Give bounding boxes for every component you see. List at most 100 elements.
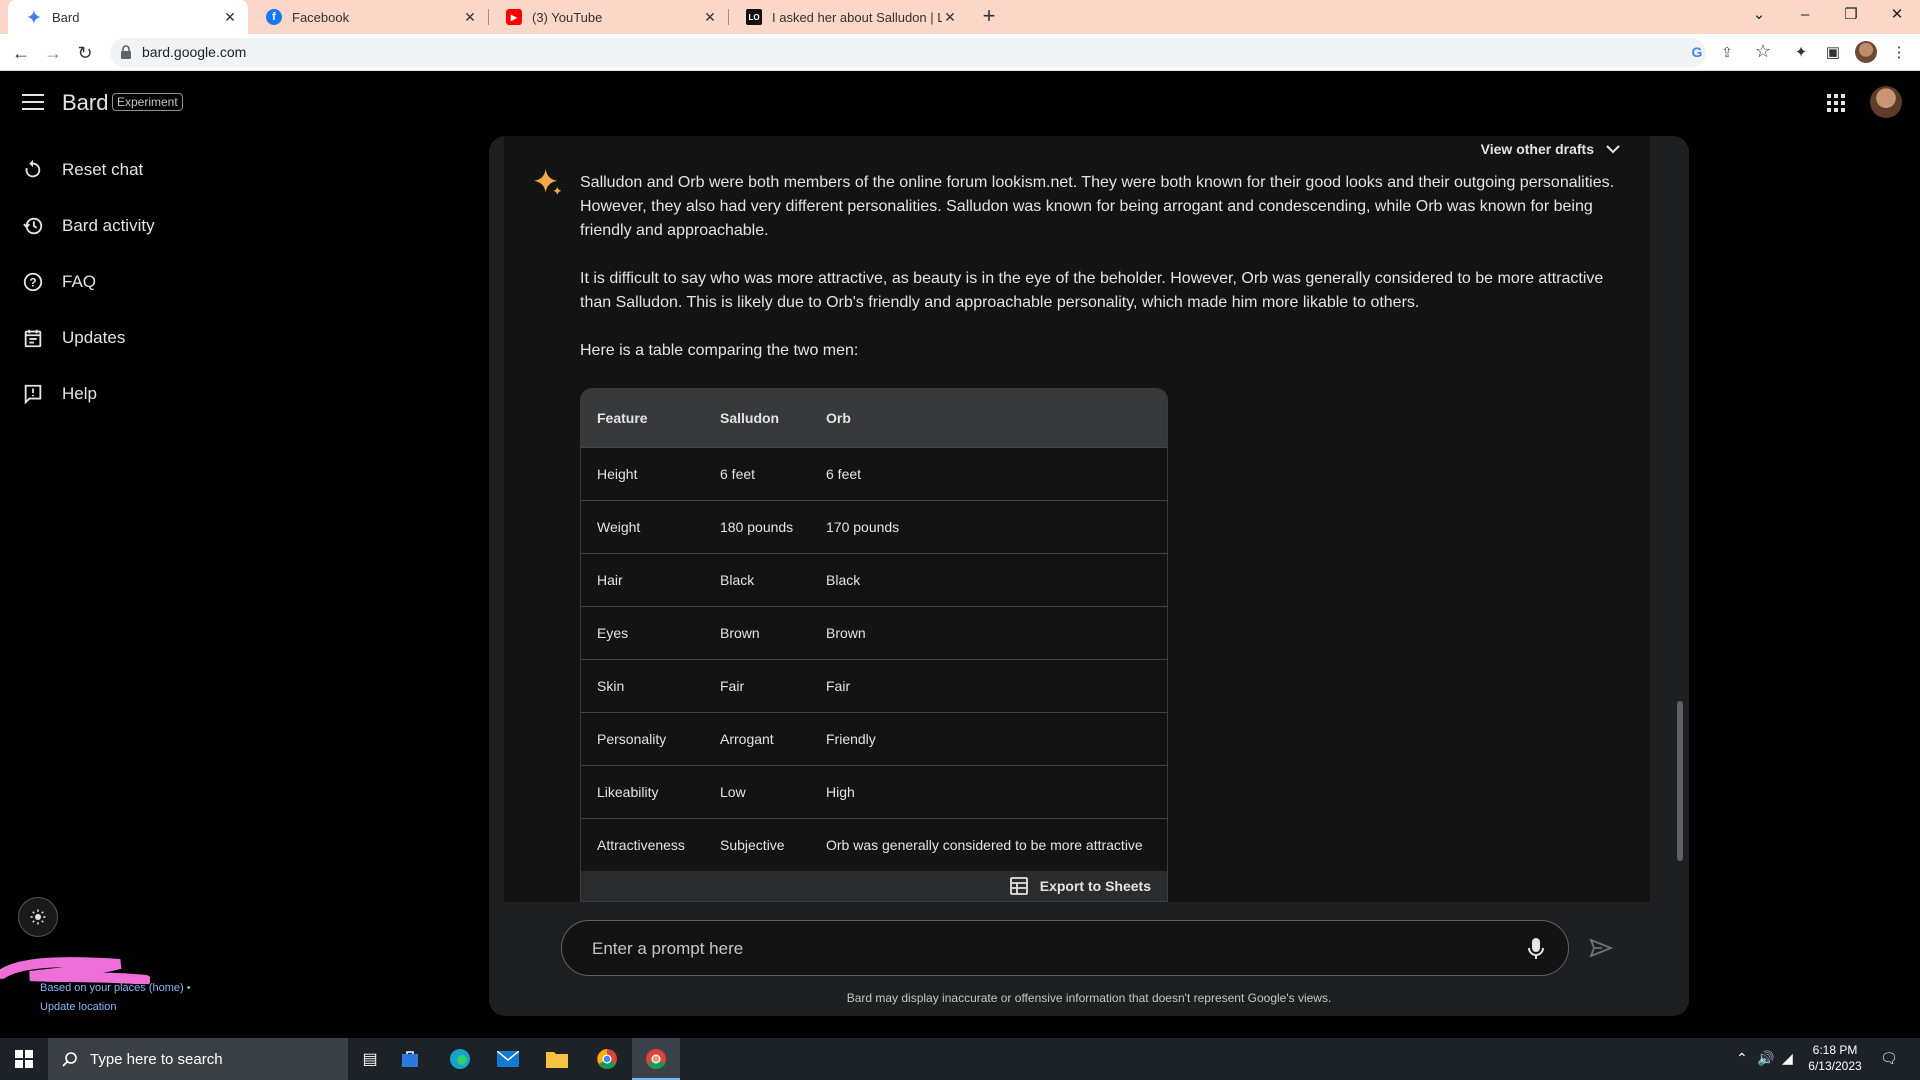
sidebar-item-bard-activity[interactable]: Bard activity <box>22 211 155 241</box>
table-row: Weight 180 pounds 170 pounds <box>581 500 1167 553</box>
system-clock[interactable]: 6:18 PM 6/13/2023 <box>1800 1042 1870 1074</box>
start-button[interactable] <box>0 1038 48 1080</box>
notifications-icon[interactable]: 🗨 <box>1880 1050 1898 1067</box>
close-icon[interactable]: ✕ <box>702 9 718 26</box>
response-scroll-area[interactable]: View other drafts Salludon and Orb were … <box>504 136 1650 902</box>
table-cell: Low <box>720 783 746 800</box>
share-icon[interactable]: ⇪ <box>1716 44 1738 64</box>
table-row: Height 6 feet 6 feet <box>581 447 1167 500</box>
youtube-icon: ▶ <box>506 9 522 25</box>
microphone-icon[interactable] <box>1528 938 1544 960</box>
calendar-icon <box>24 329 42 348</box>
sidebar-item-updates[interactable]: Updates <box>22 323 125 353</box>
chrome-icon[interactable] <box>592 1044 622 1074</box>
update-location-link[interactable]: Update location <box>40 1001 116 1013</box>
column-header: Salludon <box>720 409 780 426</box>
table-header-row: Feature Salludon Orb <box>581 389 1167 447</box>
bookmark-star-icon[interactable]: ☆ <box>1750 38 1776 64</box>
volume-icon[interactable]: 🔊 <box>1757 1050 1774 1067</box>
tab-title: Facebook <box>292 9 350 25</box>
account-avatar[interactable] <box>1870 86 1902 118</box>
table-cell: Brown <box>826 624 866 641</box>
table-cell: Fair <box>826 677 851 694</box>
table-cell: Weight <box>597 518 641 535</box>
brand-title: Bard <box>62 90 109 115</box>
address-bar[interactable]: bard.google.com G ⇪ <box>110 38 1733 67</box>
close-window-button[interactable]: ✕ <box>1874 0 1920 30</box>
prompt-box <box>561 920 1569 976</box>
conversation-panel: View other drafts Salludon and Orb were … <box>489 136 1689 1016</box>
tab-youtube[interactable]: ▶ (3) YouTube ✕ <box>488 0 728 34</box>
svg-text:?: ? <box>29 276 36 290</box>
forward-button[interactable]: → <box>40 40 66 66</box>
table-cell: Black <box>826 571 861 588</box>
side-panel-icon[interactable]: ▣ <box>1820 40 1846 66</box>
tab-title: (3) YouTube <box>532 9 603 25</box>
google-apps-icon[interactable] <box>1827 94 1845 112</box>
table-row: Likeability Low High <box>581 765 1167 818</box>
chevron-down-icon <box>1606 145 1620 154</box>
reset-icon <box>25 159 41 178</box>
view-other-drafts-button[interactable]: View other drafts <box>1481 141 1620 157</box>
scrollbar-thumb[interactable] <box>1677 701 1683 861</box>
sidebar-item-reset-chat[interactable]: Reset chat <box>22 155 143 185</box>
profile-avatar[interactable] <box>1855 41 1877 63</box>
network-icon[interactable]: ◢ <box>1782 1050 1793 1067</box>
feedback-icon <box>24 384 42 405</box>
chrome-active-window[interactable] <box>632 1038 680 1080</box>
table-row: Hair Black Black <box>581 553 1167 606</box>
back-button[interactable]: ← <box>8 40 34 66</box>
experiment-badge: Experiment <box>112 93 183 111</box>
table-row: Attractiveness Subjective Orb was generall… <box>581 818 1167 871</box>
tab-title: Bard <box>52 9 80 25</box>
minimize-button[interactable]: – <box>1782 0 1828 30</box>
mail-icon[interactable] <box>493 1044 523 1074</box>
clock-date: 6/13/2023 <box>1808 1059 1862 1073</box>
restore-button[interactable]: ❐ <box>1828 0 1874 30</box>
tab-bard[interactable]: Bard ✕ <box>8 0 248 34</box>
view-drafts-label: View other drafts <box>1480 141 1594 157</box>
new-tab-button[interactable]: + <box>976 4 1002 30</box>
file-explorer-icon[interactable] <box>542 1044 572 1074</box>
tab-search-icon[interactable]: ⌄ <box>1736 0 1782 30</box>
export-to-sheets-button[interactable]: Export to Sheets <box>581 871 1167 901</box>
tab-lookism[interactable]: LO I asked her about Salludon | Looki ✕ <box>728 0 968 34</box>
hamburger-menu-icon[interactable] <box>22 94 44 110</box>
microsoft-store-icon[interactable] <box>395 1044 425 1074</box>
brightness-icon <box>30 909 46 925</box>
sheets-table-icon <box>1009 877 1028 895</box>
history-icon <box>23 217 43 235</box>
table-cell: Personality <box>597 730 667 747</box>
table-cell: 6 feet <box>720 465 756 482</box>
edge-browser-icon[interactable] <box>445 1044 475 1074</box>
location-text: Based on your places (home) <box>40 982 184 994</box>
sidebar-item-label: Help <box>62 384 97 403</box>
google-lens-icon[interactable]: G <box>1686 44 1708 64</box>
more-menu-icon[interactable]: ⋮ <box>1886 40 1912 66</box>
table-cell: Hair <box>597 571 623 588</box>
close-icon[interactable]: ✕ <box>222 9 238 26</box>
show-hidden-icons[interactable]: ⌃ <box>1736 1050 1748 1067</box>
table-cell: Arrogant <box>720 730 774 747</box>
reload-button[interactable]: ↻ <box>72 40 98 66</box>
location-info: Based on your places (home) • <box>40 982 191 994</box>
taskbar-search-placeholder: Type here to search <box>90 1050 223 1068</box>
close-icon[interactable]: ✕ <box>942 9 958 26</box>
url-text: bard.google.com <box>142 44 247 60</box>
response-paragraph: Here is a table comparing the two men: <box>580 342 859 359</box>
theme-toggle-button[interactable] <box>18 897 58 937</box>
table-cell: Attractiveness <box>597 836 685 853</box>
send-icon[interactable] <box>1589 936 1613 960</box>
tab-title: I asked her about Salludon | Looki <box>772 9 942 25</box>
close-icon[interactable]: ✕ <box>462 9 478 26</box>
table-cell: Skin <box>597 677 625 694</box>
sidebar-item-faq[interactable]: ? FAQ <box>22 267 96 297</box>
lock-icon <box>121 45 131 59</box>
extensions-icon[interactable]: ✦ <box>1788 40 1814 66</box>
taskbar-search-box[interactable]: Type here to search <box>48 1038 348 1080</box>
tab-facebook[interactable]: f Facebook ✕ <box>248 0 488 34</box>
prompt-input[interactable] <box>592 937 1492 961</box>
task-view-icon[interactable]: ▤ <box>355 1044 385 1074</box>
export-label: Export to Sheets <box>1039 878 1151 894</box>
sidebar-item-help[interactable]: Help <box>22 379 97 409</box>
